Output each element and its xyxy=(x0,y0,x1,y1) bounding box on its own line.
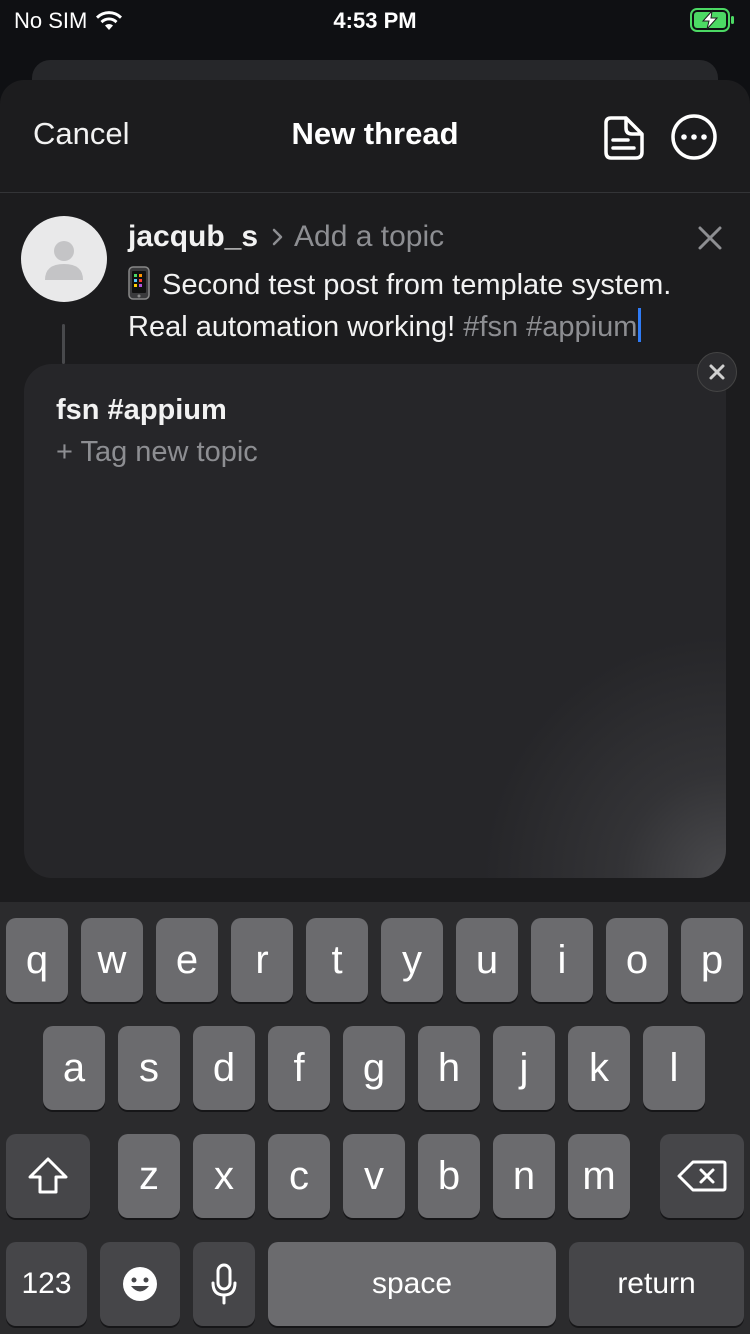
post-text-line2: Real automation working! xyxy=(128,311,456,343)
post-text-input[interactable]: Second test post from template system. R… xyxy=(128,264,738,348)
mobile-phone-emoji xyxy=(128,266,150,300)
post-hashtags: #fsn #appium xyxy=(463,311,638,343)
key-r[interactable]: r xyxy=(231,918,293,1002)
key-v[interactable]: v xyxy=(343,1134,405,1218)
key-j[interactable]: j xyxy=(493,1026,555,1110)
shift-key[interactable] xyxy=(6,1134,90,1218)
dictation-key[interactable] xyxy=(193,1242,255,1326)
chevron-right-icon xyxy=(272,228,283,246)
key-d[interactable]: d xyxy=(193,1026,255,1110)
key-e[interactable]: e xyxy=(156,918,218,1002)
more-icon[interactable] xyxy=(670,113,718,161)
microphone-icon xyxy=(211,1263,237,1305)
text-caret xyxy=(638,308,642,342)
battery-icon xyxy=(690,7,736,38)
key-z[interactable]: z xyxy=(118,1134,180,1218)
key-s[interactable]: s xyxy=(118,1026,180,1110)
post-text-line1: Second test post from template system. xyxy=(162,269,672,301)
close-icon xyxy=(709,364,725,380)
key-o[interactable]: o xyxy=(606,918,668,1002)
key-k[interactable]: k xyxy=(568,1026,630,1110)
tag-new-topic-button[interactable]: + Tag new topic xyxy=(56,436,258,469)
drafts-icon[interactable] xyxy=(598,114,646,162)
key-f[interactable]: f xyxy=(268,1026,330,1110)
key-i[interactable]: i xyxy=(531,918,593,1002)
key-n[interactable]: n xyxy=(493,1134,555,1218)
key-x[interactable]: x xyxy=(193,1134,255,1218)
suggestion-item[interactable]: fsn #appium xyxy=(56,394,227,427)
key-a[interactable]: a xyxy=(43,1026,105,1110)
emoji-icon xyxy=(123,1267,157,1301)
space-key[interactable]: space xyxy=(268,1242,556,1326)
nav-bar: Cancel New thread xyxy=(0,80,750,193)
status-bar: No SIM 4:53 PM xyxy=(0,0,750,44)
key-g[interactable]: g xyxy=(343,1026,405,1110)
key-l[interactable]: l xyxy=(643,1026,705,1110)
key-t[interactable]: t xyxy=(306,918,368,1002)
topic-suggestions-popup: fsn #appium + Tag new topic xyxy=(24,364,726,878)
close-suggestions-button[interactable] xyxy=(697,352,737,392)
return-key[interactable]: return xyxy=(569,1242,744,1326)
backspace-icon xyxy=(677,1160,727,1192)
username: jacqub_s xyxy=(128,220,259,253)
key-c[interactable]: c xyxy=(268,1134,330,1218)
add-topic-button[interactable]: Add a topic xyxy=(294,220,444,254)
thread-line xyxy=(62,324,65,364)
clock: 4:53 PM xyxy=(333,8,417,33)
key-w[interactable]: w xyxy=(81,918,143,1002)
key-q[interactable]: q xyxy=(6,918,68,1002)
key-m[interactable]: m xyxy=(568,1134,630,1218)
cancel-button[interactable]: Cancel xyxy=(33,116,130,152)
close-icon[interactable] xyxy=(694,222,726,254)
key-p[interactable]: p xyxy=(681,918,743,1002)
key-b[interactable]: b xyxy=(418,1134,480,1218)
keyboard: q w e r t y u i o p a s d f g h j k l z … xyxy=(0,902,750,1334)
shift-icon xyxy=(28,1157,68,1194)
avatar xyxy=(21,216,107,302)
key-u[interactable]: u xyxy=(456,918,518,1002)
backspace-key[interactable] xyxy=(660,1134,744,1218)
user-silhouette-icon xyxy=(45,241,83,280)
key-y[interactable]: y xyxy=(381,918,443,1002)
key-h[interactable]: h xyxy=(418,1026,480,1110)
emoji-key[interactable] xyxy=(100,1242,180,1326)
numbers-key[interactable]: 123 xyxy=(6,1242,87,1326)
